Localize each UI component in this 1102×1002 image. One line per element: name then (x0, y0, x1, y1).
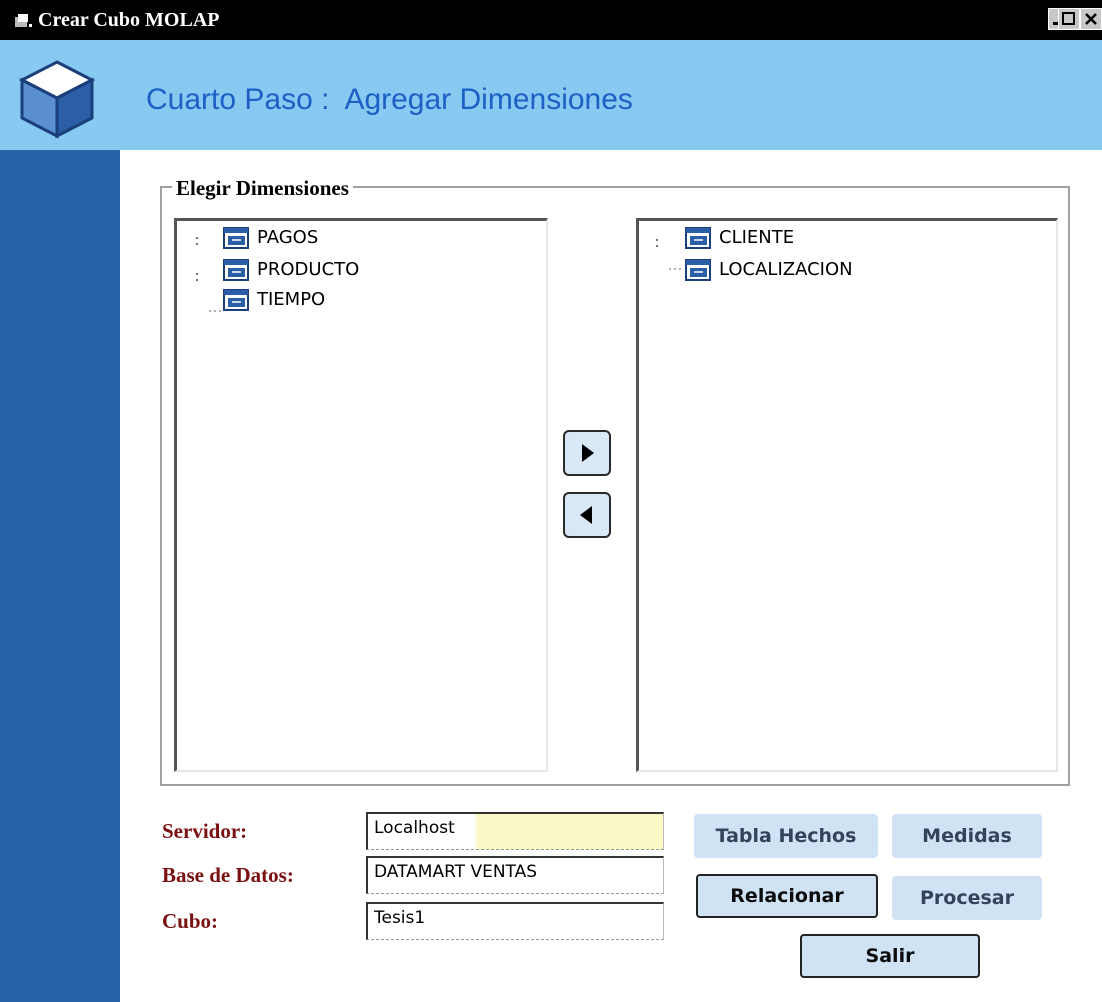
servidor-label: Servidor: (162, 819, 248, 843)
table-icon (223, 227, 249, 249)
base-datos-label: Base de Datos: (162, 863, 294, 887)
tabla-hechos-button[interactable]: Tabla Hechos (694, 814, 878, 858)
add-dimension-button[interactable] (563, 430, 611, 476)
tree-item-label: LOCALIZACION (719, 259, 853, 280)
tree-item-pagos[interactable]: PAGOS (223, 225, 318, 251)
procesar-button[interactable]: Procesar (892, 876, 1042, 920)
servidor-field[interactable]: Localhost (366, 812, 664, 850)
remove-dimension-button[interactable] (563, 492, 611, 538)
table-icon (685, 227, 711, 249)
step-title: Cuarto Paso : Agregar Dimensiones (146, 83, 633, 116)
base-datos-field[interactable]: DATAMART VENTAS (366, 856, 664, 894)
available-dimensions-tree[interactable]: PAGOS PRODUCTO TIEMPO (174, 218, 548, 772)
tree-item-producto[interactable]: PRODUCTO (223, 257, 359, 283)
selected-dimensions-tree[interactable]: CLIENTE LOCALIZACION (636, 218, 1058, 772)
tree-lines (656, 239, 681, 270)
table-icon (685, 259, 711, 281)
table-icon (223, 289, 249, 311)
tree-item-tiempo[interactable]: TIEMPO (223, 287, 325, 313)
table-icon (223, 259, 249, 281)
tree-item-label: TIEMPO (257, 289, 326, 310)
title-bar[interactable]: Crear Cubo MOLAP (0, 0, 1102, 40)
tree-item-localizacion[interactable]: LOCALIZACION (685, 257, 853, 283)
arrow-right-icon (582, 444, 594, 462)
crear-cubo-window: Crear Cubo MOLAP Cuarto Paso : Agregar D… (0, 0, 1102, 1002)
tree-lines (196, 237, 221, 312)
cubo-label: Cubo: (162, 909, 219, 933)
maximize-icon (1062, 12, 1075, 25)
relacionar-button[interactable]: Relacionar (696, 874, 878, 918)
maximize-button[interactable] (1058, 8, 1080, 30)
close-button[interactable] (1080, 8, 1102, 30)
wizard-header: Cuarto Paso : Agregar Dimensiones (0, 40, 1102, 150)
groupbox-legend: Elegir Dimensiones (172, 175, 353, 201)
window-title: Crear Cubo MOLAP (38, 9, 220, 31)
cube-icon (18, 60, 96, 139)
app-icon (15, 14, 32, 27)
cubo-field[interactable]: Tesis1 (366, 902, 664, 940)
tree-item-label: PRODUCTO (257, 259, 360, 280)
salir-button[interactable]: Salir (800, 934, 980, 978)
tree-item-label: CLIENTE (719, 227, 795, 248)
tree-item-label: PAGOS (257, 227, 319, 248)
medidas-button[interactable]: Medidas (892, 814, 1042, 858)
tree-item-cliente[interactable]: CLIENTE (685, 225, 794, 251)
arrow-left-icon (580, 506, 592, 524)
close-icon (1085, 13, 1097, 25)
left-sidebar (0, 150, 120, 1002)
